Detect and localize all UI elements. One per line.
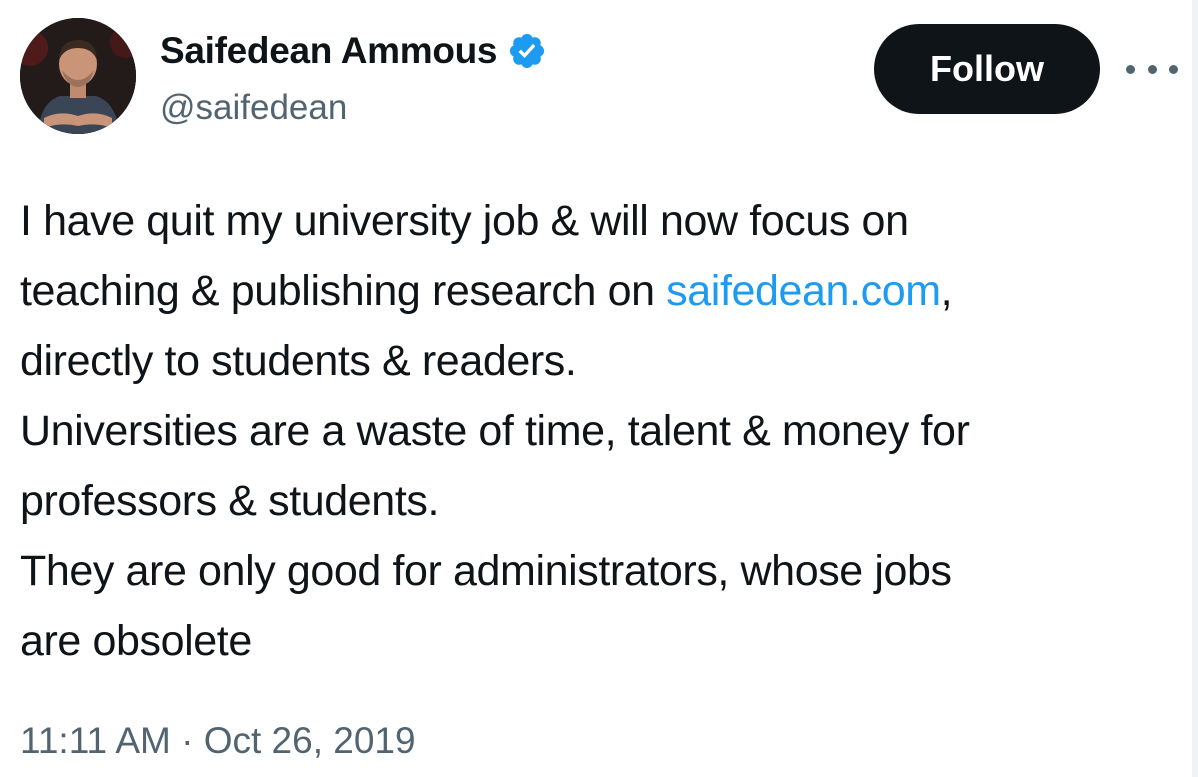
author-display-name[interactable]: Saifedean Ammous bbox=[160, 30, 498, 72]
tweet-line: teaching & publishing research on saifed… bbox=[20, 256, 1190, 326]
tweet-link[interactable]: saifedean.com bbox=[666, 267, 941, 315]
tweet-text-segment: are obsolete bbox=[20, 617, 252, 665]
tweet-text-segment: , bbox=[940, 267, 953, 315]
tweet-text-segment: professors & students. bbox=[20, 477, 440, 525]
tweet-text-segment: Universities are a waste of time, talent… bbox=[20, 407, 970, 455]
tweet-line: directly to students & readers. bbox=[20, 326, 1190, 396]
avatar[interactable] bbox=[20, 18, 136, 134]
tweet-text-segment: teaching & publishing research on bbox=[20, 267, 667, 315]
tweet-text-segment: directly to students & readers. bbox=[20, 337, 577, 385]
profile-photo bbox=[20, 18, 136, 134]
tweet-text-segment: I have quit my university job & will now… bbox=[20, 197, 909, 245]
tweet-line: They are only good for administrators, w… bbox=[20, 536, 1190, 606]
tweet-line: are obsolete bbox=[20, 606, 1190, 676]
follow-button[interactable]: Follow bbox=[874, 24, 1100, 114]
tweet-line: Universities are a waste of time, talent… bbox=[20, 396, 1190, 466]
author-handle[interactable]: @saifedean bbox=[160, 88, 347, 128]
tweet-card: Saifedean Ammous @saifedean Follow I hav… bbox=[0, 0, 1198, 777]
tweet-line: professors & students. bbox=[20, 466, 1190, 536]
author-name-row: Saifedean Ammous bbox=[160, 28, 547, 74]
tweet-text: I have quit my university job & will now… bbox=[20, 186, 1190, 676]
more-dot bbox=[1169, 64, 1178, 74]
tweet-timestamp[interactable]: 11:11 AM · Oct 26, 2019 bbox=[20, 720, 416, 762]
more-dot bbox=[1147, 64, 1157, 74]
tweet-text-segment: They are only good for administrators, w… bbox=[20, 547, 952, 595]
ellipsis-icon[interactable] bbox=[1126, 56, 1178, 82]
tweet-line: I have quit my university job & will now… bbox=[20, 186, 1190, 256]
scroll-edge bbox=[1192, 0, 1198, 777]
more-dot bbox=[1126, 64, 1135, 74]
verified-badge-icon[interactable] bbox=[507, 31, 547, 71]
